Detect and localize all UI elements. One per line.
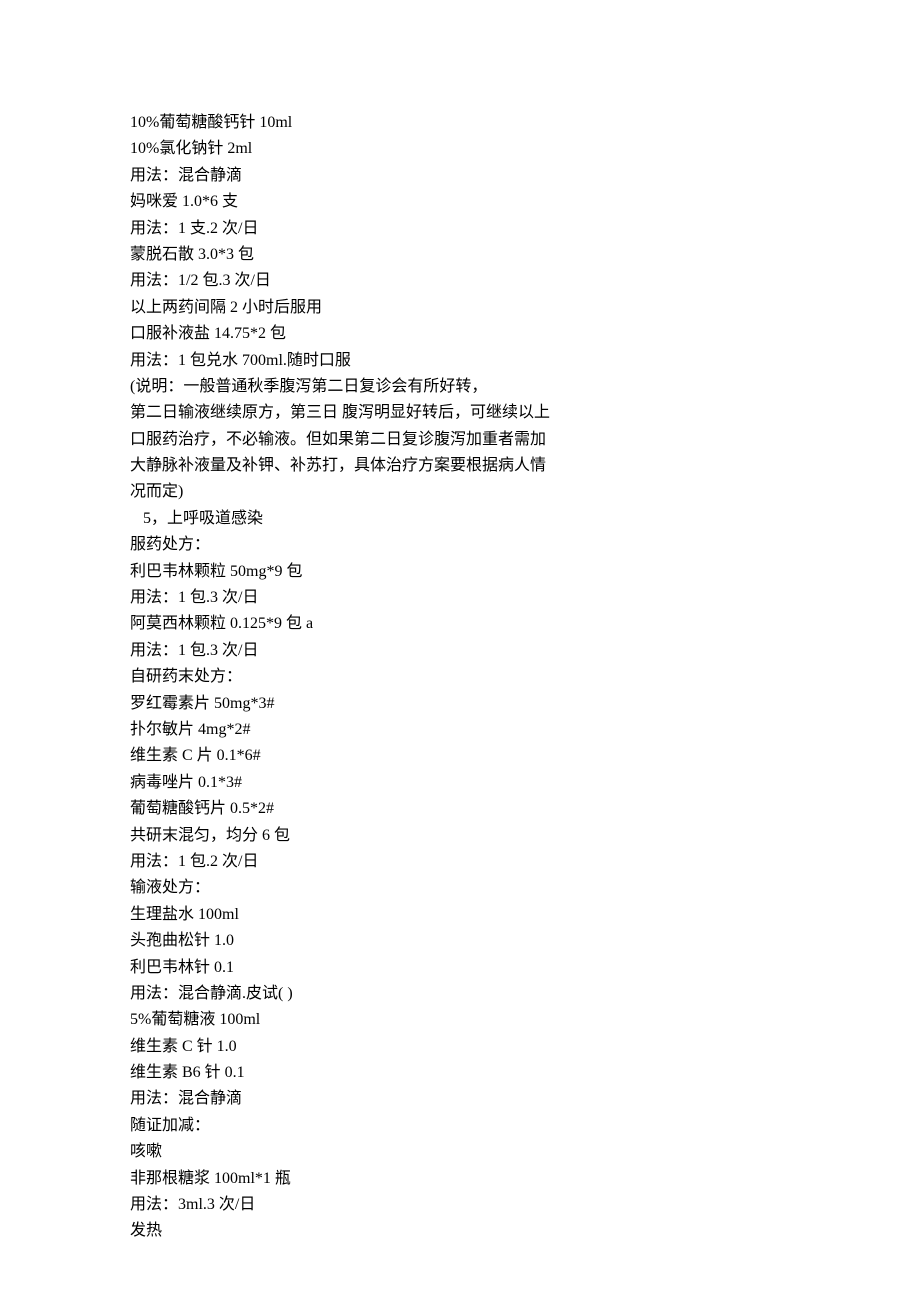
text-line: 用法：1 支.2 次/日 — [130, 216, 790, 242]
text-line: 阿莫西林颗粒 0.125*9 包 a — [130, 611, 790, 637]
text-line: 咳嗽 — [130, 1139, 790, 1165]
text-line: 输液处方： — [130, 875, 790, 901]
text-line: 用法：1 包兑水 700ml.随时口服 — [130, 348, 790, 374]
text-line: 共研末混匀，均分 6 包 — [130, 823, 790, 849]
text-line: (说明：一般普通秋季腹泻第二日复诊会有所好转， — [130, 374, 790, 400]
text-line: 口服补液盐 14.75*2 包 — [130, 321, 790, 347]
text-line: 以上两药间隔 2 小时后服用 — [130, 295, 790, 321]
text-line: 扑尔敏片 4mg*2# — [130, 717, 790, 743]
text-line: 头孢曲松针 1.0 — [130, 928, 790, 954]
text-line: 利巴韦林针 0.1 — [130, 955, 790, 981]
text-line: 10%氯化钠针 2ml — [130, 136, 790, 162]
text-line: 口服药治疗，不必输液。但如果第二日复诊腹泻加重者需加 — [130, 427, 790, 453]
text-line: 葡萄糖酸钙片 0.5*2# — [130, 796, 790, 822]
text-line: 用法：1 包.2 次/日 — [130, 849, 790, 875]
text-line: 维生素 B6 针 0.1 — [130, 1060, 790, 1086]
text-line: 用法：3ml.3 次/日 — [130, 1192, 790, 1218]
text-line: 病毒唑片 0.1*3# — [130, 770, 790, 796]
text-line: 利巴韦林颗粒 50mg*9 包 — [130, 559, 790, 585]
document-content: 10%葡萄糖酸钙针 10ml10%氯化钠针 2ml用法：混合静滴妈咪爱 1.0*… — [130, 110, 790, 1245]
text-line: 非那根糖浆 100ml*1 瓶 — [130, 1166, 790, 1192]
text-line: 用法：混合静滴.皮试( ) — [130, 981, 790, 1007]
text-line: 大静脉补液量及补钾、补苏打，具体治疗方案要根据病人情 — [130, 453, 790, 479]
text-line: 用法：混合静滴 — [130, 1086, 790, 1112]
text-line: 10%葡萄糖酸钙针 10ml — [130, 110, 790, 136]
text-line: 5，上呼吸道感染 — [130, 506, 790, 532]
text-line: 第二日输液继续原方，第三日 腹泻明显好转后，可继续以上 — [130, 400, 790, 426]
text-line: 服药处方： — [130, 532, 790, 558]
document-page: 10%葡萄糖酸钙针 10ml10%氯化钠针 2ml用法：混合静滴妈咪爱 1.0*… — [0, 0, 920, 1305]
text-line: 5%葡萄糖液 100ml — [130, 1007, 790, 1033]
text-line: 妈咪爱 1.0*6 支 — [130, 189, 790, 215]
text-line: 维生素 C 针 1.0 — [130, 1034, 790, 1060]
text-line: 维生素 C 片 0.1*6# — [130, 743, 790, 769]
text-line: 况而定) — [130, 479, 790, 505]
text-line: 用法：混合静滴 — [130, 163, 790, 189]
text-line: 发热 — [130, 1218, 790, 1244]
text-line: 罗红霉素片 50mg*3# — [130, 691, 790, 717]
text-line: 用法：1 包.3 次/日 — [130, 638, 790, 664]
text-line: 随证加减： — [130, 1113, 790, 1139]
text-line: 生理盐水 100ml — [130, 902, 790, 928]
text-line: 蒙脱石散 3.0*3 包 — [130, 242, 790, 268]
text-line: 自研药末处方： — [130, 664, 790, 690]
text-line: 用法：1/2 包.3 次/日 — [130, 268, 790, 294]
text-line: 用法：1 包.3 次/日 — [130, 585, 790, 611]
